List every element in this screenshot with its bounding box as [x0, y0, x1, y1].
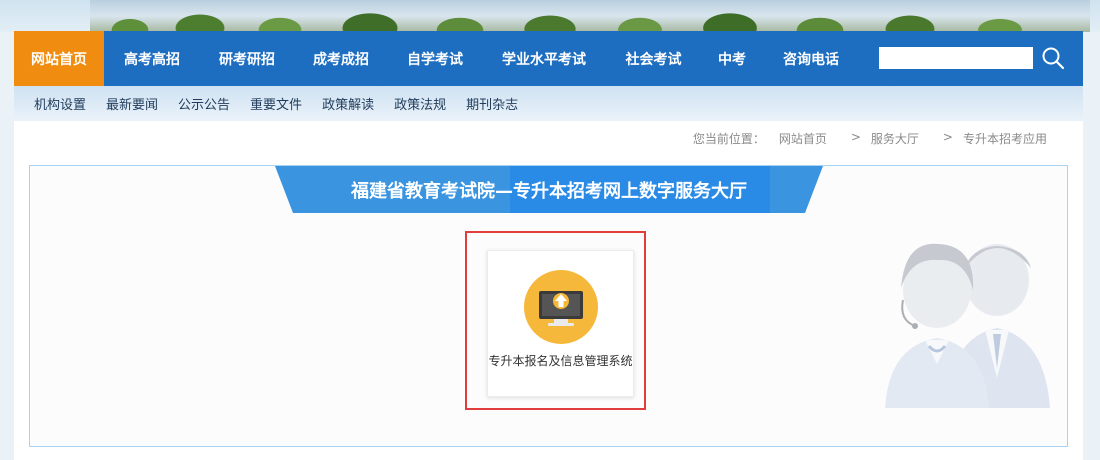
nav-item-chengkao[interactable]: 成考成招: [294, 31, 388, 86]
breadcrumb-home[interactable]: 网站首页: [779, 130, 827, 147]
breadcrumb-separator: >: [850, 130, 861, 144]
title-ribbon: 福建省教育考试院—专升本招考网上数字服务大厅: [275, 166, 823, 213]
subnav-item-yaowen[interactable]: 最新要闻: [106, 94, 158, 113]
banner-landscape-image: [90, 0, 1090, 32]
search-button[interactable]: [1040, 45, 1066, 71]
main-content: 您当前位置： 网站首页 > 服务大厅 > 专升本招考应用 福建省教育考试院—专升…: [14, 121, 1083, 460]
nav-item-zhongkao[interactable]: 中考: [701, 31, 763, 86]
customer-service-illustration: [885, 243, 1050, 408]
nav-item-home[interactable]: 网站首页: [14, 31, 104, 86]
nav-item-zixun[interactable]: 咨询电话: [763, 31, 859, 86]
header-banner: [0, 0, 1100, 32]
panel-title: 福建省教育考试院—专升本招考网上数字服务大厅: [351, 180, 747, 202]
nav-item-gaokao[interactable]: 高考高招: [104, 31, 200, 86]
computer-upload-icon: [524, 270, 598, 344]
sub-nav: 机构设置 最新要闻 公示公告 重要文件 政策解读 政策法规 期刊杂志: [14, 86, 1083, 121]
subnav-item-gonggao[interactable]: 公示公告: [178, 94, 230, 113]
breadcrumb-service-hall[interactable]: 服务大厅: [871, 130, 919, 147]
subnav-item-fagui[interactable]: 政策法规: [394, 94, 446, 113]
breadcrumb-separator: >: [942, 130, 953, 144]
subnav-item-jigou[interactable]: 机构设置: [34, 94, 86, 113]
highlight-box: 专升本报名及信息管理系统: [465, 231, 646, 410]
breadcrumb-current: 专升本招考应用: [962, 132, 1047, 146]
subnav-item-wenjian[interactable]: 重要文件: [250, 94, 302, 113]
nav-item-yankao[interactable]: 研考研招: [200, 31, 294, 86]
nav-item-zixue[interactable]: 自学考试: [388, 31, 482, 86]
subnav-item-jiedu[interactable]: 政策解读: [322, 94, 374, 113]
nav-item-xueye[interactable]: 学业水平考试: [482, 31, 606, 86]
breadcrumb: 您当前位置： 网站首页 > 服务大厅 > 专升本招考应用: [693, 130, 1047, 147]
service-card-label: 专升本报名及信息管理系统: [488, 354, 633, 368]
subnav-item-qikan[interactable]: 期刊杂志: [466, 94, 518, 113]
service-panel: 福建省教育考试院—专升本招考网上数字服务大厅 专升本报名及信息管理系统: [29, 165, 1068, 447]
breadcrumb-prefix: 您当前位置：: [692, 132, 765, 146]
search-icon: [1042, 47, 1065, 70]
service-card-zsb[interactable]: 专升本报名及信息管理系统: [487, 250, 634, 397]
main-nav: 网站首页 高考高招 研考研招 成考成招 自学考试 学业水平考试 社会考试 中考 …: [14, 31, 1083, 86]
search-input[interactable]: [879, 47, 1033, 69]
nav-item-shehui[interactable]: 社会考试: [606, 31, 701, 86]
